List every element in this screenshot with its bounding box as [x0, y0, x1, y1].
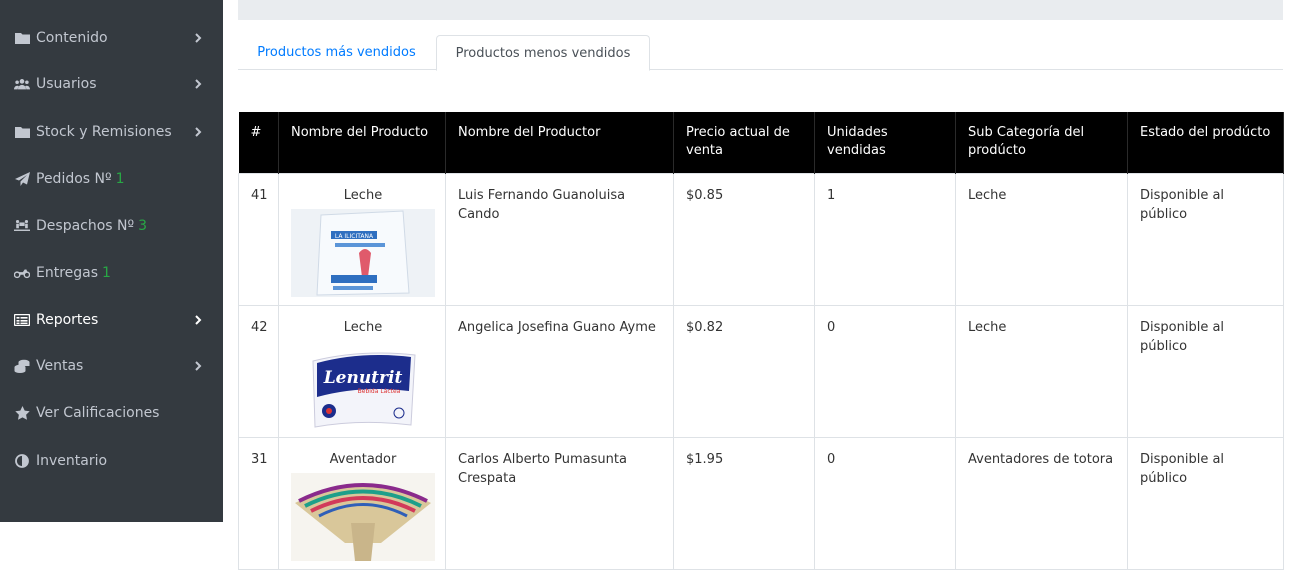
cell-producer: Angelica Josefina Guano Ayme [445, 305, 674, 438]
cell-units: 0 [814, 437, 956, 570]
motorcycle-icon [14, 266, 30, 280]
cell-price: $0.82 [673, 305, 815, 438]
sidebar-item-label: Pedidos Nº [36, 171, 112, 187]
column-header: Nombre del Producto [278, 112, 446, 174]
cell-product: Leche Lenutrit Bebida Láctea [278, 305, 446, 438]
folder-icon [14, 31, 30, 45]
milk-brand-text: Lenutrit [323, 368, 403, 388]
sidebar-item-ventas[interactable]: Ventas [0, 346, 223, 386]
adjust-icon [14, 454, 30, 468]
cell-id: 41 [238, 173, 279, 306]
chevron-right-icon [195, 315, 202, 325]
table-row: 41 Leche LA ILICITANA Luis Fernando Guan… [238, 173, 1284, 306]
column-header: # [238, 112, 279, 174]
sidebar-item-label: Despachos Nº [36, 218, 135, 234]
coins-icon [14, 359, 30, 373]
milk-subbrand-text: Bebida Láctea [358, 388, 401, 395]
sidebar-item-ver-calificaciones[interactable]: Ver Calificaciones [0, 393, 223, 433]
product-name: Leche [343, 188, 383, 203]
column-header: Precio actual de venta [673, 112, 815, 174]
people-carry-icon [14, 219, 30, 233]
sidebar-item-label: Ventas [36, 358, 84, 374]
cell-price: $0.85 [673, 173, 815, 306]
column-header: Nombre del Productor [445, 112, 674, 174]
sidebar-item-despachos[interactable]: Despachos Nº 3 [0, 206, 223, 246]
sidebar-item-label: Usuarios [36, 76, 97, 92]
cell-product: Aventador [278, 437, 446, 570]
tab-productos-mas-vendidos[interactable]: Productos más vendidos [244, 35, 429, 69]
cell-subcategory: Leche [955, 173, 1128, 306]
tab-productos-menos-vendidos[interactable]: Productos menos vendidos [436, 35, 650, 71]
sidebar-item-label: Entregas [36, 265, 99, 281]
despachos-count: 3 [138, 218, 148, 234]
entregas-count: 1 [102, 265, 111, 281]
product-name: Aventador [329, 452, 397, 467]
sidebar-item-label: Ver Calificaciones [36, 405, 160, 421]
tabs-divider [238, 69, 1283, 70]
column-header: Unidades vendidas [814, 112, 956, 174]
product-name: Leche [343, 320, 383, 335]
top-card-strip [238, 0, 1283, 20]
sidebar-item-contenido[interactable]: Contenido [0, 18, 223, 58]
cell-id: 31 [238, 437, 279, 570]
chevron-right-icon [195, 79, 202, 89]
cell-status: Disponible al público [1127, 305, 1284, 438]
sidebar-item-label: Inventario [36, 453, 108, 469]
table-row: 31 Aventador Carlos Alberto Pumasunta Cr… [238, 437, 1284, 570]
cell-subcategory: Leche [955, 305, 1128, 438]
sidebar-item-reportes[interactable]: Reportes [0, 300, 223, 340]
column-header: Sub Categoría del prodúcto [955, 112, 1128, 174]
cell-product: Leche LA ILICITANA [278, 173, 446, 306]
sidebar-item-label: Stock y Remisiones [36, 124, 172, 140]
pedidos-count: 1 [115, 171, 125, 187]
cell-price: $1.95 [673, 437, 815, 570]
chevron-right-icon [195, 361, 202, 371]
table-header-row: # Nombre del Producto Nombre del Product… [238, 112, 1284, 174]
sidebar-item-stock-remisiones[interactable]: Stock y Remisiones [0, 112, 223, 152]
sidebar-item-entregas[interactable]: Entregas 1 [0, 253, 223, 293]
cell-producer: Carlos Alberto Pumasunta Crespata [445, 437, 674, 570]
milk-brand-text: LA ILICITANA [335, 233, 374, 240]
products-report-table: # Nombre del Producto Nombre del Product… [238, 112, 1284, 570]
sidebar-item-usuarios[interactable]: Usuarios [0, 64, 223, 104]
report-icon [14, 313, 30, 327]
cell-status: Disponible al público [1127, 437, 1284, 570]
cell-units: 1 [814, 173, 956, 306]
folder-icon [14, 125, 30, 139]
product-image-milk-bag: LA ILICITANA [291, 209, 435, 297]
sidebar-item-pedidos[interactable]: Pedidos Nº 1 [0, 159, 223, 199]
cell-units: 0 [814, 305, 956, 438]
star-icon [14, 406, 30, 420]
column-header: Estado del prodúcto [1127, 112, 1284, 174]
paper-plane-icon [14, 172, 30, 186]
cell-subcategory: Aventadores de totora [955, 437, 1128, 570]
table-row: 42 Leche Lenutrit Bebida Láctea Angelica… [238, 305, 1284, 438]
cell-producer: Luis Fernando Guanoluisa Cando [445, 173, 674, 306]
sidebar-item-inventario[interactable]: Inventario [0, 441, 223, 481]
chevron-right-icon [195, 127, 202, 137]
product-image-milk-bag: Lenutrit Bebida Láctea [291, 341, 435, 429]
sidebar: Contenido Usuarios Stock y Remisiones Pe… [0, 0, 223, 522]
sidebar-item-label: Reportes [36, 312, 99, 328]
cell-status: Disponible al público [1127, 173, 1284, 306]
cell-id: 42 [238, 305, 279, 438]
users-icon [14, 77, 30, 91]
chevron-right-icon [195, 33, 202, 43]
product-image-woven-fan [291, 473, 435, 561]
sidebar-item-label: Contenido [36, 30, 108, 46]
